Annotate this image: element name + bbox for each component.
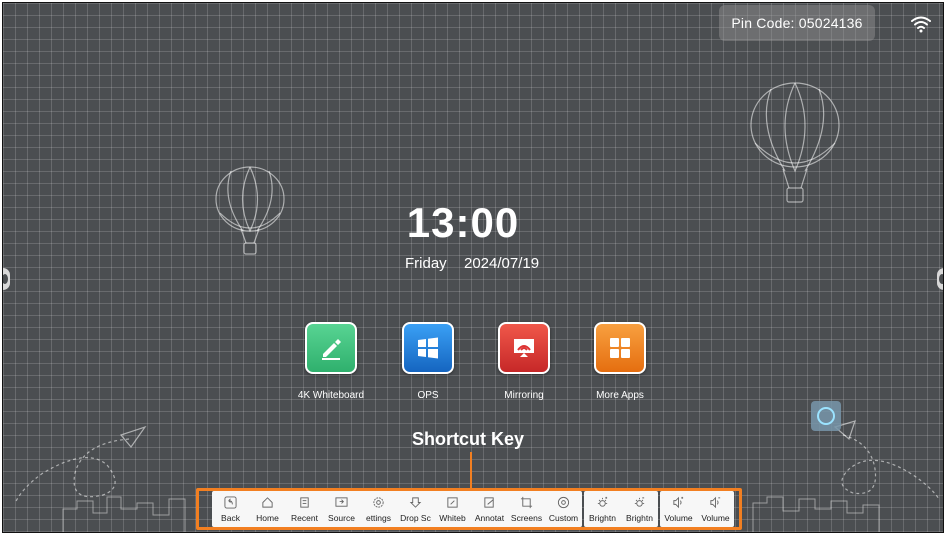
paper-plane-right-icon <box>833 420 940 500</box>
shortcut-label: Volume <box>701 513 730 523</box>
shortcut-label: Source <box>328 513 355 523</box>
app-label: OPS <box>417 390 439 401</box>
paper-plane-left-icon <box>14 425 147 504</box>
source-icon <box>335 497 348 507</box>
annotation-icon <box>484 497 494 508</box>
shortcut-group-volume: Volume Volume <box>660 491 734 527</box>
app-label: 4K Whiteboard <box>297 390 365 401</box>
shortcut-custom[interactable]: Custom <box>545 491 582 527</box>
shortcut-label: Drop Sc <box>400 513 431 523</box>
floating-menu-button[interactable] <box>811 401 841 431</box>
whiteboard-icon <box>447 497 458 508</box>
clock-time: 13:00 <box>406 199 520 246</box>
cast-icon[interactable] <box>498 322 550 374</box>
app-mirroring[interactable]: Mirroring <box>479 322 569 401</box>
shortcut-label: Back <box>221 513 240 523</box>
app-label: Mirroring <box>504 390 544 401</box>
shortcut-label: ettings <box>365 513 392 523</box>
shortcut-label: Recent <box>291 513 318 523</box>
grid-icon[interactable] <box>594 322 646 374</box>
shortcut-brightness-up[interactable]: Brightn <box>584 491 621 527</box>
brightness-down-icon <box>634 497 645 507</box>
right-sidebar-handle[interactable] <box>937 268 943 290</box>
shortcut-settings[interactable]: ettings <box>360 491 397 527</box>
screenshot-icon <box>520 496 533 509</box>
shortcut-source[interactable]: Source <box>323 491 360 527</box>
pin-code-box: Pin Code: 05024136 <box>719 5 875 41</box>
pin-code-label: Pin Code: <box>731 15 795 31</box>
shortcut-brightness-down[interactable]: Brightn <box>621 491 658 527</box>
wifi-icon[interactable] <box>910 15 932 33</box>
shortcut-label: Brightn <box>626 513 653 523</box>
volume-up-icon <box>673 496 684 509</box>
app-ops[interactable]: OPS <box>383 322 473 401</box>
shortcut-label: Whiteb <box>439 513 466 523</box>
balloon-right-icon <box>750 82 840 203</box>
app-label: More Apps <box>596 390 644 401</box>
back-icon <box>224 496 237 509</box>
shortcut-label: Custom <box>548 513 579 523</box>
balloon-left-icon <box>215 166 285 255</box>
shortcut-group-brightness: Brightn Brightn <box>584 491 658 527</box>
shortcut-key-title: Shortcut Key <box>412 429 525 449</box>
shortcut-whiteboard[interactable]: Whiteb <box>434 491 471 527</box>
windows-icon[interactable] <box>402 322 454 374</box>
pen-icon[interactable] <box>305 322 357 374</box>
recent-icon <box>300 497 309 508</box>
app-more-apps[interactable]: More Apps <box>575 322 665 401</box>
brightness-up-icon <box>597 496 608 507</box>
home-screen: Pin Code: 05024136 13:00 Friday 2024/07/… <box>2 2 944 533</box>
volume-down-icon <box>710 496 721 509</box>
shortcut-back[interactable]: Back <box>212 491 249 527</box>
pin-code-value: 05024136 <box>798 15 863 31</box>
shortcut-label: Volume <box>664 513 693 523</box>
shortcut-volume-up[interactable]: Volume <box>660 491 697 527</box>
shortcut-annotation[interactable]: Annotat <box>471 491 508 527</box>
clock-day: Friday <box>405 255 447 272</box>
shortcut-group-main: Back Home Recent Source ettings Drop Sc … <box>212 491 582 527</box>
left-sidebar-handle[interactable] <box>3 268 10 290</box>
clock-date: 2024/07/19 <box>464 255 540 272</box>
shortcut-label: Brightn <box>589 513 616 523</box>
shortcut-label: Home <box>256 513 279 523</box>
home-icon <box>262 497 273 508</box>
app-4k-whiteboard[interactable]: 4K Whiteboard <box>286 322 376 401</box>
shortcut-recent[interactable]: Recent <box>286 491 323 527</box>
drop-screen-icon <box>409 497 422 508</box>
custom-icon <box>557 496 570 509</box>
shortcut-home[interactable]: Home <box>249 491 286 527</box>
shortcut-pointer-line <box>470 452 472 488</box>
settings-icon <box>373 497 384 508</box>
shortcut-drop-screen[interactable]: Drop Sc <box>397 491 434 527</box>
shortcut-label: Screens <box>510 513 543 523</box>
shortcut-label: Annotat <box>474 513 505 523</box>
shortcut-volume-down[interactable]: Volume <box>697 491 734 527</box>
shortcut-screenshot[interactable]: Screens <box>508 491 545 527</box>
